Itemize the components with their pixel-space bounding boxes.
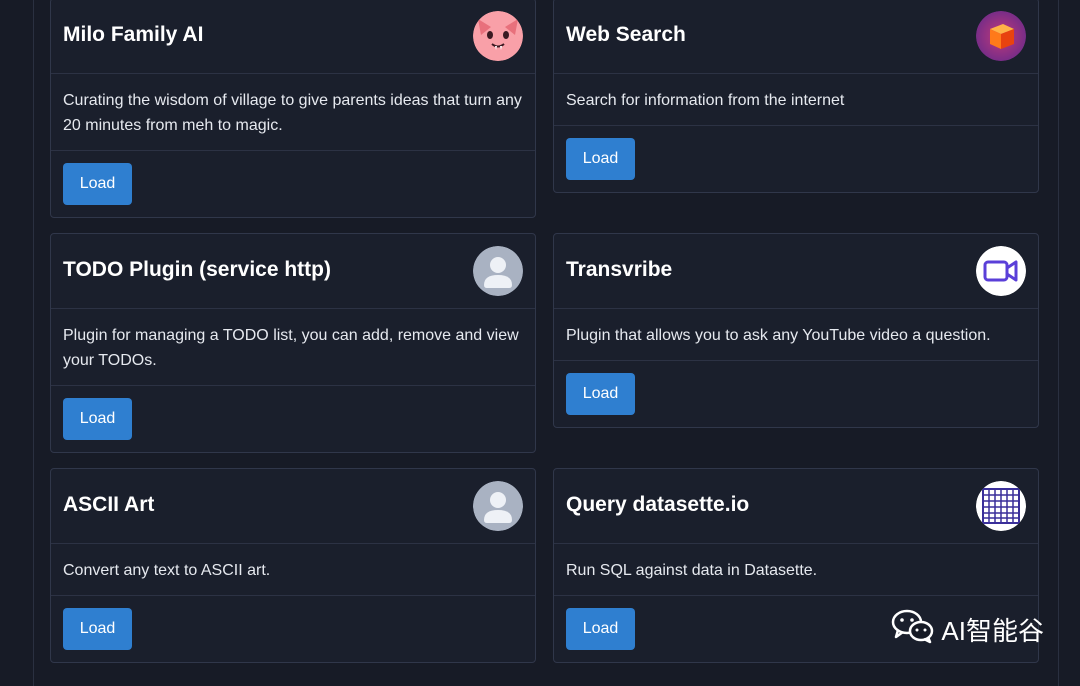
plugin-card-todo: TODO Plugin (service http) Plugin for ma… <box>50 233 536 453</box>
watermark-text: AI智能谷 <box>941 616 1044 646</box>
card-header: ASCII Art <box>51 469 535 544</box>
card-title: TODO Plugin (service http) <box>63 258 331 281</box>
plugin-card-web-search: Web Search Search for information from t… <box>553 0 1039 193</box>
default-avatar-icon <box>473 246 523 296</box>
watermark: AI智能谷 <box>891 608 1044 651</box>
load-button[interactable]: Load <box>566 373 635 415</box>
card-description: Search for information from the internet <box>554 74 1038 126</box>
load-button[interactable]: Load <box>566 608 635 650</box>
card-description: Convert any text to ASCII art. <box>51 544 535 596</box>
card-description: Run SQL against data in Datasette. <box>554 544 1038 596</box>
card-header: Query datasette.io <box>554 469 1038 544</box>
wechat-icon <box>891 608 935 651</box>
grid-table-icon <box>976 481 1026 531</box>
card-footer: Load <box>51 151 535 217</box>
load-button[interactable]: Load <box>566 138 635 180</box>
card-title: Transvribe <box>566 258 673 281</box>
card-footer: Load <box>554 361 1038 427</box>
card-header: TODO Plugin (service http) <box>51 234 535 309</box>
card-description: Plugin that allows you to ask any YouTub… <box>554 309 1038 361</box>
video-camera-icon <box>976 246 1026 296</box>
cube-icon <box>976 11 1026 61</box>
card-title: Web Search <box>566 23 686 46</box>
card-footer: Load <box>554 126 1038 192</box>
card-footer: Load <box>51 386 535 452</box>
card-title: Milo Family AI <box>63 23 204 46</box>
card-title: Query datasette.io <box>566 493 750 516</box>
plugin-card-ascii-art: ASCII Art Convert any text to ASCII art.… <box>50 468 536 663</box>
load-button[interactable]: Load <box>63 163 132 205</box>
card-header: Transvribe <box>554 234 1038 309</box>
load-button[interactable]: Load <box>63 608 132 650</box>
card-description: Curating the wisdom of village to give p… <box>51 74 535 151</box>
plugin-card-milo: Milo Family AI Curating the wisdom of vi… <box>50 0 536 218</box>
card-description: Plugin for managing a TODO list, you can… <box>51 309 535 386</box>
plugin-card-transvribe: Transvribe Plugin that allows you to ask… <box>553 233 1039 428</box>
card-footer: Load <box>51 596 535 662</box>
plugin-grid: Milo Family AI Curating the wisdom of vi… <box>0 0 1080 675</box>
default-avatar-icon <box>473 481 523 531</box>
card-title: ASCII Art <box>63 493 155 516</box>
card-header: Web Search <box>554 0 1038 74</box>
load-button[interactable]: Load <box>63 398 132 440</box>
cat-face-icon <box>473 11 523 61</box>
card-header: Milo Family AI <box>51 0 535 74</box>
